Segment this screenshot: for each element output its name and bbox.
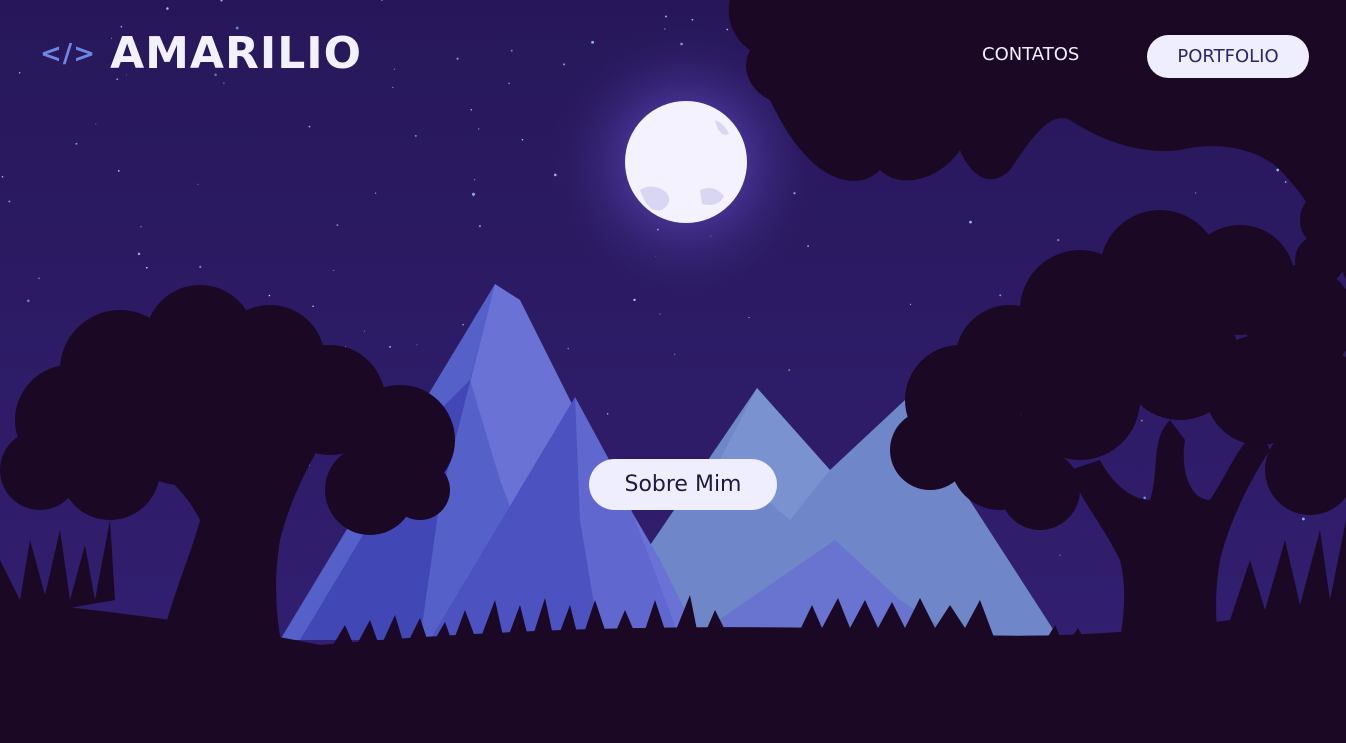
night-landscape-illustration <box>0 0 1346 743</box>
star <box>8 200 11 203</box>
star <box>389 345 392 348</box>
code-icon: </> <box>40 38 97 69</box>
portfolio-button[interactable]: PORTFOLIO <box>1147 35 1309 78</box>
sobre-mim-button[interactable]: Sobre Mim <box>589 459 777 510</box>
star <box>510 49 513 52</box>
star <box>197 183 199 185</box>
star <box>664 15 668 18</box>
star <box>1057 238 1060 242</box>
nav-link-contatos[interactable]: CONTATOS <box>982 44 1079 65</box>
star <box>788 369 791 372</box>
star <box>392 86 394 88</box>
star <box>26 299 30 303</box>
star <box>1302 517 1305 521</box>
star <box>1143 496 1146 500</box>
star <box>95 123 97 125</box>
star <box>659 313 661 315</box>
star <box>1276 168 1280 172</box>
star <box>478 224 482 228</box>
star <box>462 323 464 326</box>
star <box>374 192 377 194</box>
star <box>117 170 120 172</box>
star <box>333 269 335 271</box>
star <box>1195 192 1197 194</box>
star <box>393 68 395 70</box>
star <box>364 330 365 332</box>
star <box>508 82 510 85</box>
star <box>633 298 636 302</box>
star <box>563 63 566 66</box>
star <box>748 317 750 319</box>
star <box>674 353 676 355</box>
star <box>75 142 78 145</box>
star <box>691 18 694 21</box>
star <box>1140 419 1143 422</box>
star <box>268 294 271 297</box>
star <box>999 294 1002 297</box>
star <box>414 134 417 137</box>
star <box>140 226 142 228</box>
star <box>1 176 4 178</box>
star <box>312 305 314 308</box>
star <box>474 179 476 181</box>
star <box>145 266 148 269</box>
star <box>137 252 141 256</box>
star <box>1284 181 1287 183</box>
star <box>477 128 480 130</box>
star <box>223 82 225 84</box>
star <box>909 303 912 306</box>
star <box>166 7 169 10</box>
star <box>591 40 595 44</box>
star <box>308 125 311 128</box>
logo[interactable]: </> AMARILIO <box>40 28 362 79</box>
star <box>1059 554 1061 556</box>
star <box>456 57 459 60</box>
star <box>18 72 21 74</box>
star <box>606 413 609 415</box>
star <box>472 192 475 196</box>
star <box>567 347 569 350</box>
logo-text: AMARILIO <box>110 28 363 79</box>
moon <box>625 101 747 223</box>
star <box>969 220 972 224</box>
star <box>38 277 40 280</box>
star <box>470 109 473 111</box>
star <box>807 245 809 247</box>
star <box>416 344 418 346</box>
star <box>336 224 339 227</box>
star <box>199 265 202 269</box>
star <box>521 139 524 141</box>
